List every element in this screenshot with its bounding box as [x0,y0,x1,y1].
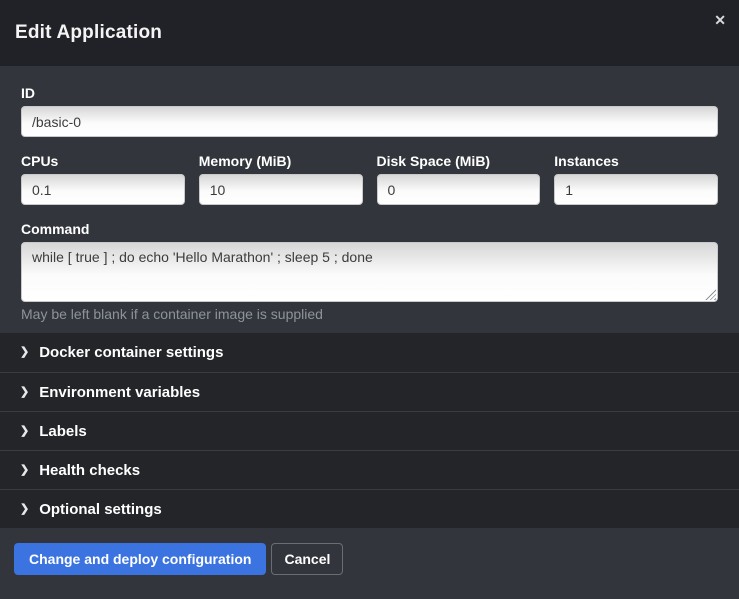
section-label: Docker container settings [39,344,223,361]
disk-input[interactable] [377,174,541,205]
section-label: Labels [39,423,87,440]
command-help-text: May be left blank if a container image i… [21,307,718,321]
modal-header: Edit Application ✕ [0,0,739,66]
modal-footer: Change and deploy configuration Cancel [0,528,739,599]
id-input[interactable] [21,106,718,137]
memory-input[interactable] [199,174,363,205]
cancel-button[interactable]: Cancel [271,543,343,575]
section-health-checks[interactable]: ❯ Health checks [0,450,739,489]
section-label: Health checks [39,462,140,479]
chevron-right-icon: ❯ [20,465,29,476]
change-and-deploy-button[interactable]: Change and deploy configuration [14,543,266,575]
chevron-right-icon: ❯ [20,347,29,358]
edit-application-modal: Edit Application ✕ ID CPUs Memory (MiB) … [0,0,739,599]
section-environment-variables[interactable]: ❯ Environment variables [0,372,739,411]
command-textarea[interactable]: while [ true ] ; do echo 'Hello Marathon… [21,242,718,302]
disk-field-group: Disk Space (MiB) [377,154,541,205]
cpus-label: CPUs [21,154,185,168]
instances-input[interactable] [554,174,718,205]
id-label: ID [21,86,718,100]
command-label: Command [21,222,718,236]
section-label: Environment variables [39,384,200,401]
id-field-group: ID [21,86,718,137]
close-icon[interactable]: ✕ [714,13,726,27]
section-optional-settings[interactable]: ❯ Optional settings [0,489,739,528]
form-area: ID CPUs Memory (MiB) Disk Space (MiB) In… [0,66,739,333]
disk-label: Disk Space (MiB) [377,154,541,168]
resources-row: CPUs Memory (MiB) Disk Space (MiB) Insta… [21,154,718,205]
command-textarea-wrap: while [ true ] ; do echo 'Hello Marathon… [21,242,718,302]
memory-label: Memory (MiB) [199,154,363,168]
cpus-field-group: CPUs [21,154,185,205]
instances-field-group: Instances [554,154,718,205]
chevron-right-icon: ❯ [20,426,29,437]
modal-title: Edit Application [15,22,162,44]
collapsible-sections: ❯ Docker container settings ❯ Environmen… [0,333,739,528]
section-labels[interactable]: ❯ Labels [0,411,739,450]
command-field-group: Command while [ true ] ; do echo 'Hello … [21,222,718,321]
section-label: Optional settings [39,501,162,518]
chevron-right-icon: ❯ [20,504,29,515]
chevron-right-icon: ❯ [20,387,29,398]
instances-label: Instances [554,154,718,168]
section-docker-container-settings[interactable]: ❯ Docker container settings [0,333,739,372]
cpus-input[interactable] [21,174,185,205]
memory-field-group: Memory (MiB) [199,154,363,205]
